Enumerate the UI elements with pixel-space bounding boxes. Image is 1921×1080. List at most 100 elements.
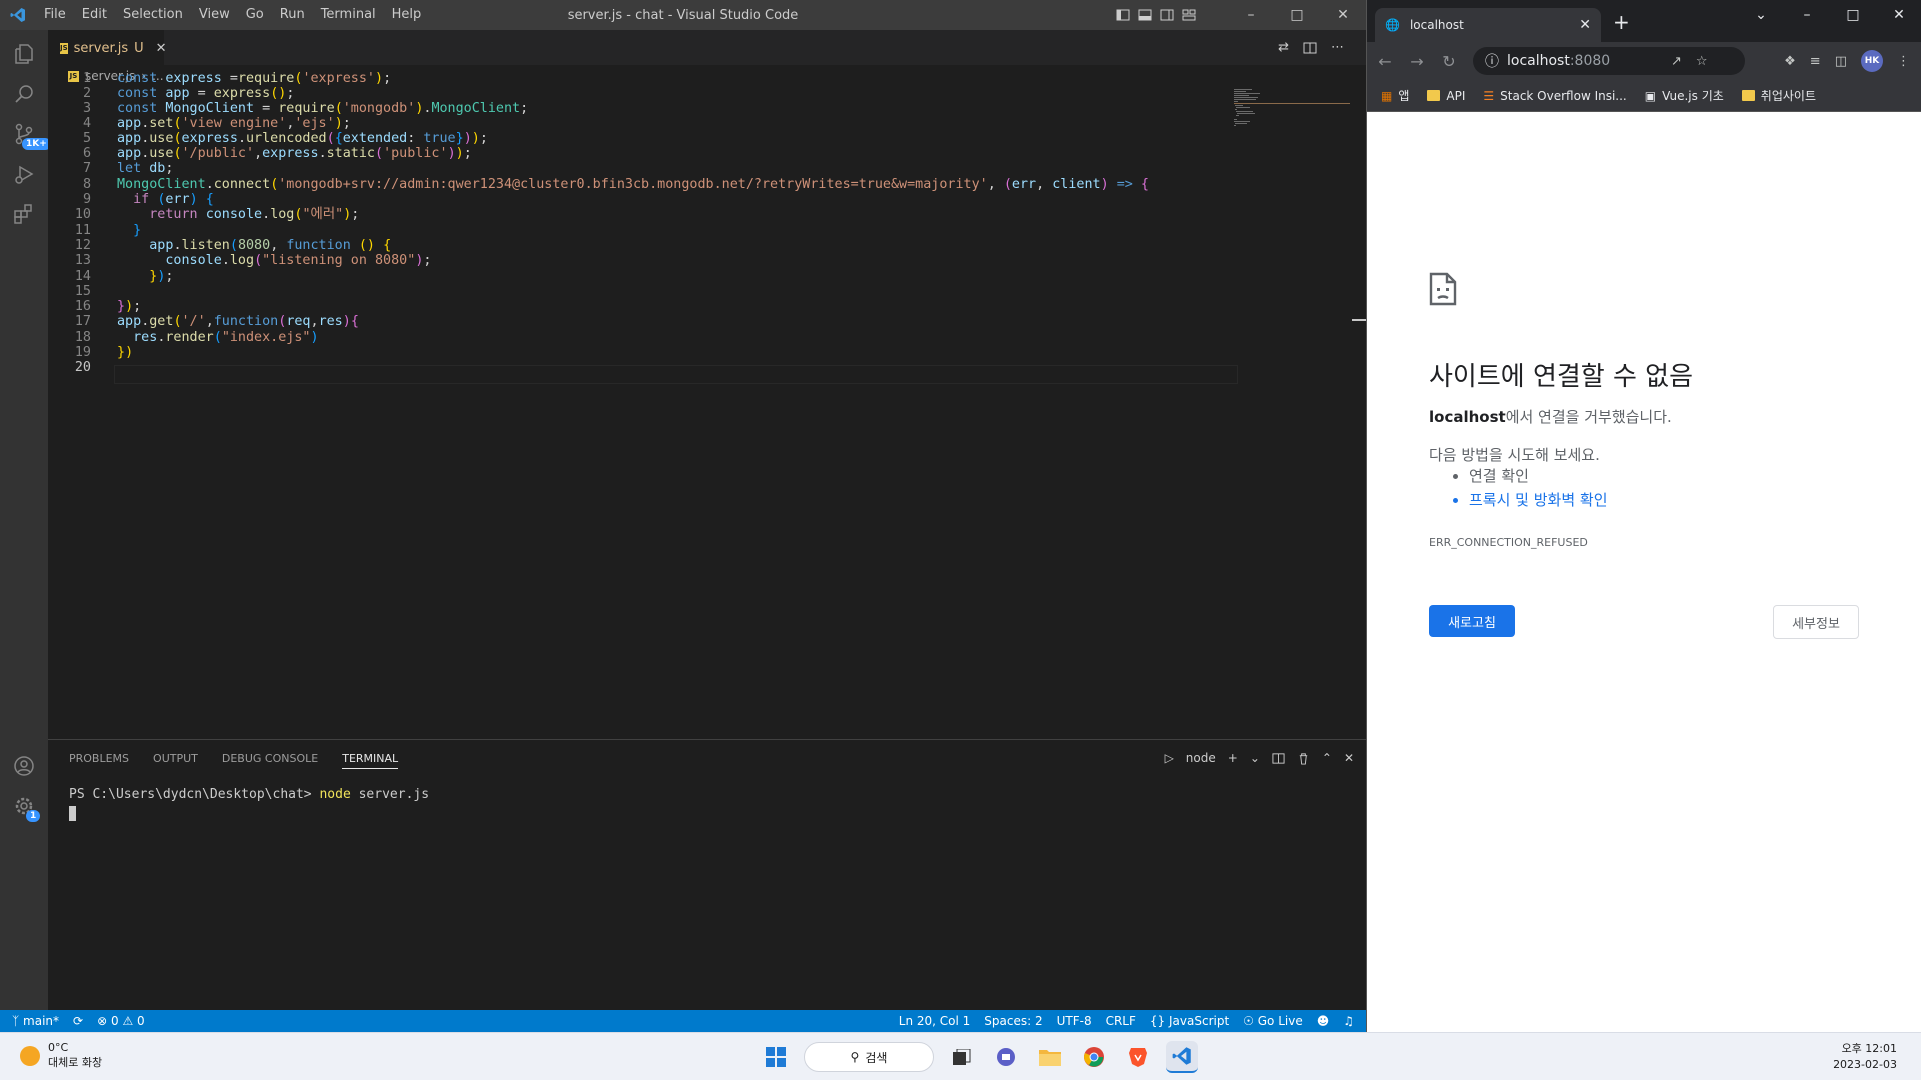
go-live-button[interactable]: ☉ Go Live	[1243, 1014, 1303, 1028]
tab-debug-console[interactable]: DEBUG CONSOLE	[222, 752, 318, 765]
close-panel-icon[interactable]: ✕	[1344, 751, 1354, 765]
settings-gear-icon[interactable]: 1	[0, 782, 48, 830]
encoding[interactable]: UTF-8	[1057, 1014, 1092, 1028]
customize-layout-icon[interactable]	[1182, 8, 1196, 22]
error-description: localhost에서 연결을 거부했습니다.	[1429, 406, 1672, 427]
chrome-app-icon[interactable]	[1078, 1041, 1110, 1073]
branch-item[interactable]: ᛉ main*	[12, 1014, 59, 1028]
reload-button[interactable]: 새로고침	[1429, 605, 1515, 637]
feedback-icon[interactable]: ☻	[1317, 1014, 1330, 1028]
forward-arrow-icon[interactable]: →	[1401, 52, 1433, 71]
suggestion-proxy-firewall-link[interactable]: 프록시 및 방화벽 확인	[1469, 488, 1608, 512]
terminal-icon: ▷	[1164, 751, 1174, 765]
menu-selection[interactable]: Selection	[115, 0, 191, 30]
tab-problems[interactable]: PROBLEMS	[69, 752, 129, 765]
vscode-app-icon[interactable]	[1166, 1041, 1198, 1073]
url-port: :8080	[1569, 53, 1611, 69]
window-title: server.js - chat - Visual Studio Code	[567, 7, 799, 23]
file-explorer-icon[interactable]	[1034, 1041, 1066, 1073]
tab-output[interactable]: OUTPUT	[153, 752, 198, 765]
chrome-menu-icon[interactable]: ⋮	[1897, 54, 1910, 69]
taskbar-search[interactable]: ⚲ 검색	[804, 1042, 934, 1072]
chrome-close-button[interactable]: ✕	[1876, 0, 1921, 30]
split-editor-icon[interactable]	[1303, 41, 1317, 55]
language-mode[interactable]: {} JavaScript	[1150, 1014, 1229, 1028]
toggle-panel-icon[interactable]	[1138, 8, 1152, 22]
bookmark-jobs[interactable]: 취업사이트	[1741, 87, 1816, 104]
weather-widget[interactable]: 0°C 대체로 화창	[20, 1041, 102, 1070]
close-button[interactable]: ✕	[1320, 0, 1366, 30]
error-icon: ⊗	[97, 1014, 108, 1028]
reload-icon[interactable]: ↻	[1433, 52, 1465, 71]
end-of-line[interactable]: CRLF	[1106, 1014, 1136, 1028]
terminal-output[interactable]: PS C:\Users\dydcn\Desktop\chat> node ser…	[69, 786, 429, 803]
close-tab-icon[interactable]: ✕	[1579, 17, 1591, 33]
bookmark-api[interactable]: API	[1427, 89, 1465, 103]
menu-view[interactable]: View	[191, 0, 238, 30]
split-terminal-icon[interactable]	[1272, 752, 1285, 765]
bookmark-star-icon[interactable]: ☆	[1696, 54, 1708, 69]
extensions-icon[interactable]	[0, 190, 48, 238]
more-actions-icon[interactable]: ⋯	[1331, 40, 1344, 55]
status-bar: ᛉ main* ⟳ ⊗ 0 ⚠ 0 Ln 20, Col 1 Spaces: 2…	[0, 1010, 1366, 1032]
toggle-secondary-sidebar-icon[interactable]	[1160, 8, 1174, 22]
terminal-command: node	[319, 787, 351, 802]
windows-start-icon[interactable]	[760, 1041, 792, 1073]
bookmark-apps[interactable]: ▦ 앱	[1381, 87, 1409, 104]
details-button[interactable]: 세부정보	[1773, 605, 1859, 639]
open-changes-icon[interactable]: ⇄	[1278, 40, 1289, 55]
back-arrow-icon[interactable]: ←	[1369, 52, 1401, 71]
chrome-maximize-button[interactable]: □	[1830, 0, 1876, 30]
menu-go[interactable]: Go	[238, 0, 272, 30]
tab-terminal[interactable]: TERMINAL	[342, 752, 399, 769]
activity-bar: 1K+ 1	[0, 30, 51, 1010]
profile-avatar[interactable]: HK	[1861, 50, 1883, 72]
maximize-button[interactable]: □	[1274, 0, 1320, 30]
new-tab-button[interactable]: +	[1613, 10, 1630, 34]
chrome-toolbar: ← → ↻ ⓘ localhost:8080 ↗ ☆ ❖ ≡ ◫ HK ⋮	[1367, 42, 1921, 80]
cursor-position[interactable]: Ln 20, Col 1	[899, 1014, 971, 1028]
code-editor[interactable]: 1 const express =require('express'); 2 con…	[48, 71, 1366, 739]
close-icon[interactable]: ✕	[156, 41, 167, 56]
bookmark-stackoverflow[interactable]: ☰ Stack Overflow Insi...	[1483, 89, 1626, 103]
taskbar-search-label: 검색	[865, 1050, 888, 1065]
bookmark-vue[interactable]: ▣ Vue.js 기초	[1645, 87, 1724, 104]
sync-icon[interactable]: ⟳	[73, 1014, 83, 1028]
browser-tab-localhost[interactable]: 🌐 localhost ✕	[1375, 8, 1601, 42]
reading-list-icon[interactable]: ≡	[1810, 54, 1821, 69]
menu-terminal[interactable]: Terminal	[313, 0, 384, 30]
trash-icon[interactable]	[1297, 752, 1310, 765]
problems-status[interactable]: ⊗ 0 ⚠ 0	[97, 1014, 145, 1028]
notifications-bell-icon[interactable]: ♫	[1343, 1014, 1354, 1028]
brave-app-icon[interactable]	[1122, 1041, 1154, 1073]
tab-search-icon[interactable]: ⌄	[1738, 0, 1784, 30]
chevron-up-icon[interactable]: ⌃	[1322, 751, 1332, 765]
broadcast-icon: ☉	[1243, 1014, 1254, 1028]
terminal-cursor	[69, 806, 76, 821]
stackoverflow-icon: ☰	[1483, 88, 1495, 103]
warning-count: 0	[137, 1014, 145, 1028]
chrome-minimize-button[interactable]: –	[1784, 0, 1830, 30]
minimize-button[interactable]: –	[1228, 0, 1274, 30]
teams-chat-icon[interactable]	[990, 1041, 1022, 1073]
extensions-puzzle-icon[interactable]: ❖	[1784, 54, 1796, 69]
system-clock[interactable]: 오후 12:01 2023-02-03	[1833, 1041, 1897, 1073]
menu-edit[interactable]: Edit	[74, 0, 115, 30]
site-info-icon[interactable]: ⓘ	[1485, 51, 1499, 71]
tab-server-js[interactable]: JS server.js U ✕	[48, 30, 167, 65]
share-icon[interactable]: ↗	[1671, 54, 1682, 69]
chevron-down-icon[interactable]: ⌄	[1250, 751, 1260, 765]
folder-icon	[1741, 90, 1755, 101]
side-panel-icon[interactable]: ◫	[1835, 54, 1847, 69]
terminal-name[interactable]: node	[1186, 751, 1216, 765]
error-code: ERR_CONNECTION_REFUSED	[1429, 536, 1588, 549]
minimap[interactable]	[1234, 87, 1350, 147]
new-terminal-icon[interactable]: +	[1228, 751, 1238, 765]
menu-help[interactable]: Help	[384, 0, 430, 30]
indentation[interactable]: Spaces: 2	[984, 1014, 1042, 1028]
menu-run[interactable]: Run	[272, 0, 313, 30]
menu-file[interactable]: File	[36, 0, 74, 30]
notion-icon: ▣	[1644, 88, 1657, 103]
task-view-icon[interactable]	[946, 1041, 978, 1073]
toggle-primary-sidebar-icon[interactable]	[1116, 8, 1130, 22]
